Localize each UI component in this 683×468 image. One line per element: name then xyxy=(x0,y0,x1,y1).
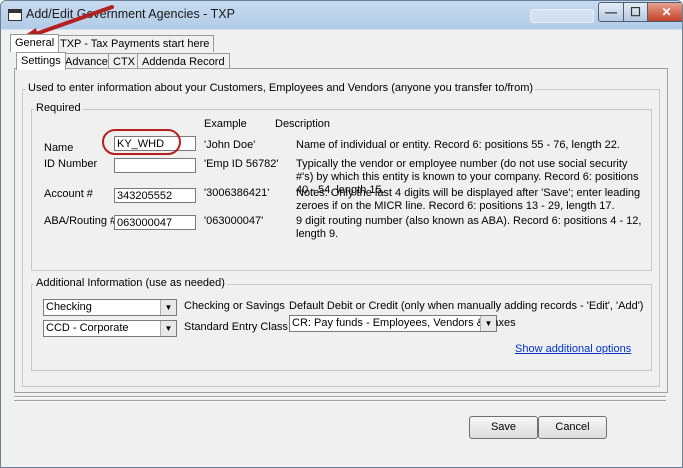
tab-settings[interactable]: Settings xyxy=(16,52,66,70)
annotation-arrow-icon xyxy=(16,5,114,44)
tab-general[interactable]: General xyxy=(10,34,60,52)
